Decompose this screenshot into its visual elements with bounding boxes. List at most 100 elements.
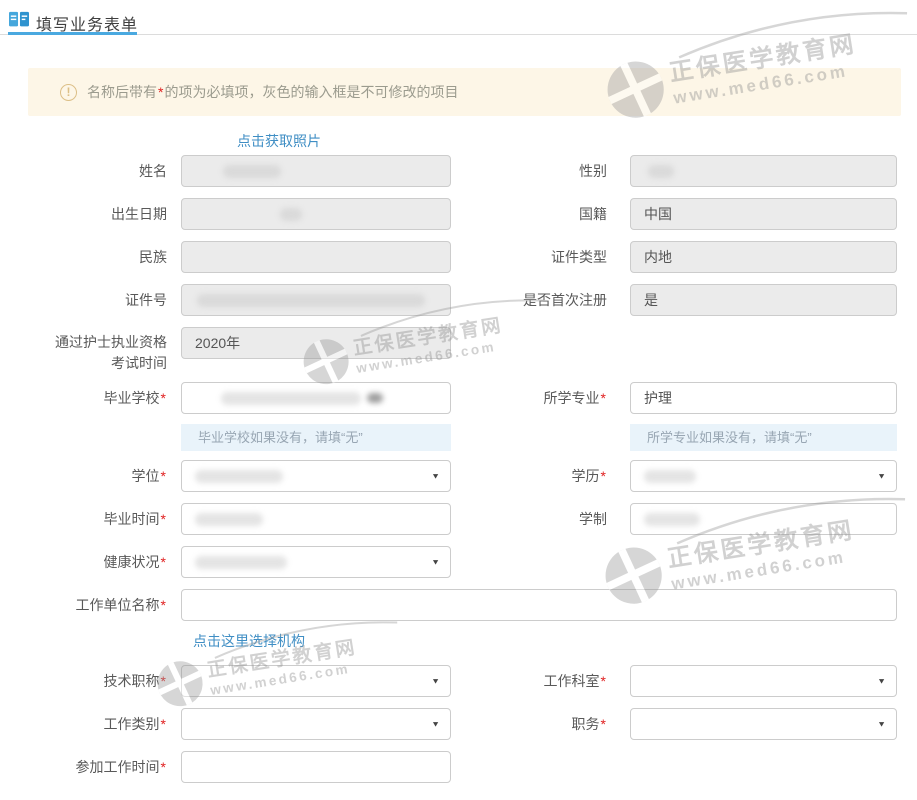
id-type-field: 内地 — [630, 241, 897, 273]
major-value: 护理 — [644, 388, 672, 408]
select-org-link[interactable]: 点击这里选择机构 — [193, 631, 305, 651]
required-asterisk: * — [600, 673, 607, 689]
birthdate-label: 出生日期 — [0, 198, 167, 230]
watermark-url: www.med66.com — [670, 534, 917, 597]
header-accent-bar — [8, 32, 137, 35]
first-registration-field: 是 — [630, 284, 897, 316]
dropdown-arrow-icon: ▼ — [431, 558, 440, 567]
major-label: 所学专业* — [440, 382, 607, 414]
ethnicity-label: 民族 — [0, 241, 167, 273]
notice-text: 名称后带有*的项为必填项，灰色的输入框是不可修改的项目 — [87, 82, 458, 102]
redacted-blur — [195, 556, 287, 569]
graduation-time-input[interactable] — [181, 503, 451, 535]
redacted-blur — [367, 393, 383, 403]
education-label: 学历* — [440, 460, 607, 492]
work-start-time-label-text: 参加工作时间 — [76, 759, 160, 775]
major-label-text: 所学专业 — [544, 390, 600, 406]
required-asterisk: * — [160, 468, 167, 484]
position-select[interactable]: ▼ — [630, 708, 897, 740]
graduation-time-label: 毕业时间* — [0, 503, 167, 535]
work-unit-label: 工作单位名称* — [0, 589, 167, 621]
work-department-label: 工作科室* — [440, 665, 607, 697]
id-number-field — [181, 284, 451, 316]
redacted-blur — [195, 513, 263, 526]
gender-label: 性别 — [440, 155, 607, 187]
exam-pass-time-label-line1: 通过护士执业资格 — [55, 334, 167, 350]
education-select[interactable]: ▼ — [630, 460, 897, 492]
degree-label-text: 学位 — [132, 468, 160, 484]
redacted-blur — [280, 208, 302, 221]
nationality-field: 中国 — [630, 198, 897, 230]
id-type-label: 证件类型 — [440, 241, 607, 273]
first-registration-label: 是否首次注册 — [440, 284, 607, 316]
gender-field — [630, 155, 897, 187]
exam-pass-time-field: 2020年 — [181, 327, 451, 359]
graduation-school-hint: 毕业学校如果没有，请填“无” — [181, 424, 451, 451]
required-asterisk: * — [600, 716, 607, 732]
required-asterisk: * — [160, 597, 167, 613]
redacted-blur — [644, 513, 700, 526]
id-number-label: 证件号 — [0, 284, 167, 316]
work-category-select[interactable]: ▼ — [181, 708, 451, 740]
redacted-blur — [195, 470, 283, 483]
required-asterisk: * — [160, 554, 167, 570]
required-asterisk: * — [600, 390, 607, 406]
schooling-length-input[interactable] — [630, 503, 897, 535]
exam-pass-time-value: 2020年 — [195, 333, 240, 353]
graduation-school-input[interactable] — [181, 382, 451, 414]
graduation-school-label: 毕业学校* — [0, 382, 167, 414]
redacted-blur — [197, 294, 425, 307]
watermark-arc — [672, 1, 912, 60]
schooling-length-label: 学制 — [440, 503, 607, 535]
notice-prefix: 名称后带有 — [87, 84, 157, 100]
technical-title-label: 技术职称* — [0, 665, 167, 697]
health-status-label: 健康状况* — [0, 546, 167, 578]
graduation-school-label-text: 毕业学校 — [104, 390, 160, 406]
work-department-label-text: 工作科室 — [544, 673, 600, 689]
birthdate-field — [181, 198, 451, 230]
redacted-blur — [223, 165, 281, 178]
exam-pass-time-label: 通过护士执业资格 考试时间 — [0, 327, 167, 374]
notice-banner: ! 名称后带有*的项为必填项，灰色的输入框是不可修改的项目 — [28, 68, 901, 116]
required-asterisk: * — [600, 468, 607, 484]
work-category-label: 工作类别* — [0, 708, 167, 740]
work-department-select[interactable]: ▼ — [630, 665, 897, 697]
dropdown-arrow-icon: ▼ — [877, 472, 886, 481]
redacted-blur — [648, 165, 674, 178]
dropdown-arrow-icon: ▼ — [431, 472, 440, 481]
redacted-blur — [221, 392, 361, 405]
name-field — [181, 155, 451, 187]
health-status-select[interactable]: ▼ — [181, 546, 451, 578]
watermark: 正保医学教育网 www.med66.com — [150, 613, 408, 712]
required-asterisk: * — [160, 511, 167, 527]
exam-pass-time-label-line2: 考试时间 — [111, 355, 167, 371]
required-asterisk: * — [160, 390, 167, 406]
nationality-value: 中国 — [644, 204, 672, 224]
work-start-time-input[interactable] — [181, 751, 451, 783]
dropdown-arrow-icon: ▼ — [431, 677, 440, 686]
major-hint: 所学专业如果没有，请填“无” — [630, 424, 897, 451]
required-asterisk: * — [160, 716, 167, 732]
position-label-text: 职务 — [572, 716, 600, 732]
degree-label: 学位* — [0, 460, 167, 492]
dropdown-arrow-icon: ▼ — [877, 720, 886, 729]
id-type-value: 内地 — [644, 247, 672, 267]
redacted-blur — [644, 470, 696, 483]
education-label-text: 学历 — [572, 468, 600, 484]
get-photo-link[interactable]: 点击获取照片 — [237, 131, 321, 151]
work-start-time-label: 参加工作时间* — [0, 751, 167, 783]
work-category-label-text: 工作类别 — [104, 716, 160, 732]
required-asterisk: * — [160, 673, 167, 689]
required-asterisk: * — [160, 759, 167, 775]
work-unit-input[interactable] — [181, 589, 897, 621]
position-label: 职务* — [440, 708, 607, 740]
major-input[interactable]: 护理 — [630, 382, 897, 414]
first-registration-value: 是 — [644, 290, 658, 310]
warning-icon: ! — [60, 84, 77, 101]
technical-title-select[interactable]: ▼ — [181, 665, 451, 697]
ethnicity-field — [181, 241, 451, 273]
degree-select[interactable]: ▼ — [181, 460, 451, 492]
health-status-label-text: 健康状况 — [104, 554, 160, 570]
dropdown-arrow-icon: ▼ — [877, 677, 886, 686]
dropdown-arrow-icon: ▼ — [431, 720, 440, 729]
